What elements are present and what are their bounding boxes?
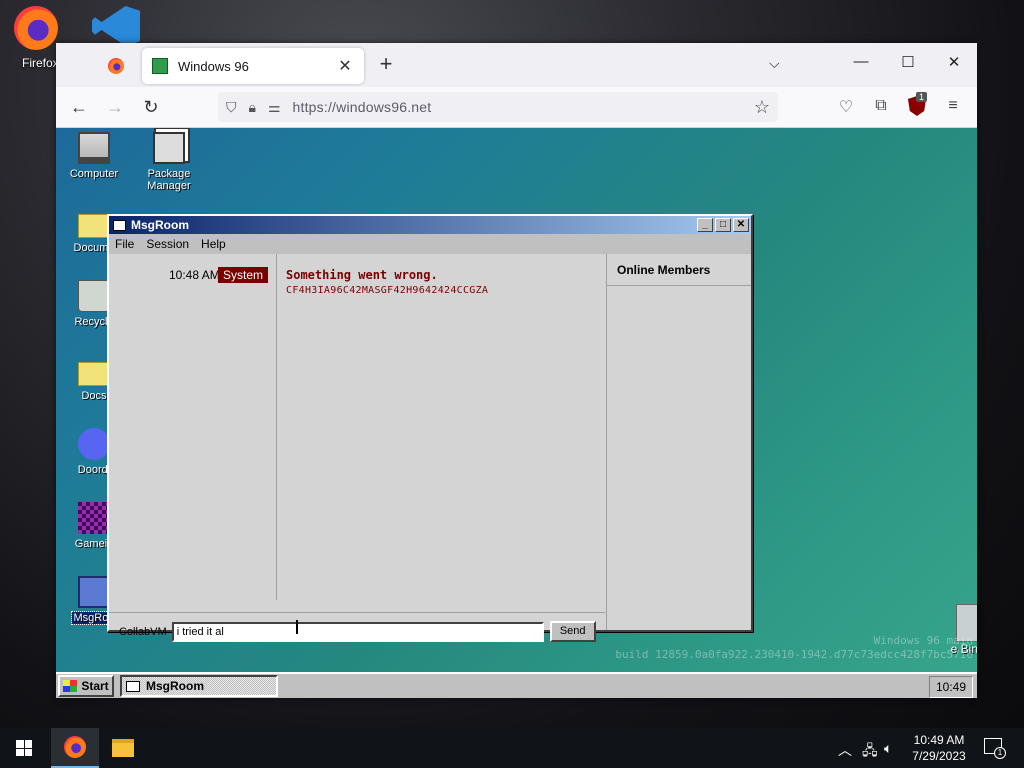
- url-bar[interactable]: ⛉ 🔒︎ ⚌ https://windows96.net ☆: [218, 92, 778, 122]
- win96-desktop: Computer Package Manager Docume Recycle …: [56, 128, 977, 698]
- menu-hamburger-icon[interactable]: ≡: [943, 97, 963, 115]
- firefox-icon: [14, 6, 58, 50]
- extensions-icon[interactable]: ⧉: [871, 97, 891, 115]
- menu-bar: File Session Help: [109, 234, 751, 254]
- message-time: 10:48 AM: [169, 268, 220, 282]
- taskbar-item-label: MsgRoom: [146, 679, 204, 693]
- msgroom-body: 10:48 AM System Something went wrong. CF…: [109, 254, 751, 642]
- windows-start-button[interactable]: [0, 728, 48, 768]
- ublock-badge: 1: [916, 92, 928, 102]
- members-panel: Online Members: [606, 254, 751, 630]
- permissions-icon[interactable]: ⚌: [268, 99, 281, 116]
- chat-pane: 10:48 AM System Something went wrong. CF…: [109, 254, 605, 642]
- list-tabs-chevron-icon[interactable]: ⌵: [769, 55, 780, 72]
- w96-icon-package-manager[interactable]: Package Manager: [131, 132, 207, 192]
- chat-icon: [126, 680, 140, 692]
- windows-taskbar: ︿ 🖧︎ 🔈︎ 10:49 AM 7/29/2023 1: [0, 728, 1024, 768]
- message-input[interactable]: [171, 621, 544, 642]
- vscode-icon: [92, 6, 140, 46]
- menu-file[interactable]: File: [115, 237, 134, 251]
- taskbar-firefox[interactable]: [51, 728, 99, 768]
- folder-icon: [78, 214, 110, 238]
- reload-icon[interactable]: ↻: [140, 96, 162, 118]
- new-tab-button[interactable]: +: [374, 53, 398, 77]
- w96-taskbar-item-msgroom[interactable]: MsgRoom: [120, 675, 278, 697]
- msgroom-titlebar[interactable]: MsgRoom _ □ ✕: [109, 216, 751, 234]
- w96-icon-computer[interactable]: Computer: [56, 132, 132, 180]
- lock-icon[interactable]: 🔒︎: [249, 99, 256, 116]
- msgroom-icon: [78, 576, 110, 608]
- watermark-line: Windows 96 main: [873, 634, 973, 647]
- shield-icon[interactable]: ⛉: [226, 99, 237, 116]
- w96-logo-icon: [63, 680, 78, 692]
- forward-arrow-icon[interactable]: →: [104, 96, 126, 118]
- maximize-icon[interactable]: ☐: [898, 53, 918, 71]
- tab-windows96[interactable]: Windows 96 ✕: [142, 48, 364, 84]
- system-clock[interactable]: 10:49 AM 7/29/2023: [900, 732, 978, 764]
- windows96-favicon-icon: [152, 58, 168, 74]
- send-button[interactable]: Send: [549, 621, 596, 642]
- menu-session[interactable]: Session: [146, 237, 189, 251]
- package-icon: [153, 132, 185, 164]
- notification-badge: 1: [994, 747, 1006, 759]
- error-title: Something went wrong.: [286, 268, 438, 282]
- url-text[interactable]: https://windows96.net: [293, 99, 754, 115]
- watermark-line: build 12859.0a0fa922.230410-1942.d77c73e…: [615, 648, 973, 661]
- discord-icon: [78, 428, 110, 460]
- window-title: MsgRoom: [131, 218, 189, 232]
- msgroom-window: MsgRoom _ □ ✕ File Session Help 10:48 AM…: [107, 214, 753, 642]
- clock-time: 10:49 AM: [913, 733, 965, 747]
- network-icon[interactable]: 🖧︎: [862, 740, 878, 764]
- clock-date: 7/29/2023: [912, 749, 966, 763]
- build-watermark: Windows 96 main build 12859.0a0fa922.230…: [615, 634, 973, 662]
- tray-chevron-icon[interactable]: ︿: [838, 740, 852, 760]
- tab-close-icon[interactable]: ✕: [336, 56, 354, 76]
- sender-badge[interactable]: System: [218, 267, 269, 283]
- w96-clock[interactable]: 10:49: [929, 676, 973, 698]
- menu-help[interactable]: Help: [201, 237, 226, 251]
- w96-taskbar: Start MsgRoom 10:49: [56, 672, 977, 698]
- pocket-icon[interactable]: ♡: [836, 97, 856, 117]
- folder-icon: [78, 362, 110, 386]
- minimize-icon[interactable]: —: [851, 53, 871, 70]
- computer-icon: [78, 132, 110, 164]
- folder-icon: [112, 739, 134, 757]
- w96-icon-label: Computer: [69, 168, 119, 180]
- close-icon[interactable]: ✕: [733, 218, 749, 232]
- tab-strip: Windows 96 ✕ + ⌵ — ☐ ✕: [56, 43, 977, 87]
- tab-firefox-view[interactable]: [96, 53, 136, 79]
- minimize-icon[interactable]: _: [697, 218, 713, 232]
- maximize-icon[interactable]: □: [715, 218, 731, 232]
- ibeam-cursor-icon: [296, 620, 298, 634]
- members-header: Online Members: [607, 254, 751, 286]
- firefox-view-icon: [108, 58, 124, 74]
- chat-icon: [113, 219, 126, 231]
- game-icon: [78, 502, 110, 534]
- desktop-icon-vscode[interactable]: [92, 6, 142, 46]
- windows-logo-icon: [16, 740, 32, 756]
- volume-icon[interactable]: 🔈︎: [884, 740, 892, 757]
- input-bar: CollabVM Send: [109, 612, 605, 650]
- firefox-icon: [64, 736, 86, 758]
- close-window-icon[interactable]: ✕: [944, 53, 964, 71]
- tab-title: Windows 96: [178, 58, 249, 74]
- recycle-icon: [78, 280, 110, 312]
- taskbar-file-explorer[interactable]: [99, 728, 147, 768]
- back-arrow-icon[interactable]: ←: [68, 96, 90, 118]
- w96-icon-label: Package Manager: [147, 168, 191, 192]
- start-label: Start: [81, 679, 109, 693]
- nickname-label[interactable]: CollabVM: [119, 626, 167, 638]
- browser-window: Windows 96 ✕ + ⌵ — ☐ ✕ ← → ↻ ⛉ 🔒︎ ⚌ http…: [56, 43, 977, 698]
- nav-toolbar: ← → ↻ ⛉ 🔒︎ ⚌ https://windows96.net ☆ ♡ ⧉…: [56, 87, 977, 128]
- timestamp-column: [109, 254, 277, 600]
- w96-start-button[interactable]: Start: [58, 675, 114, 697]
- bookmark-star-icon[interactable]: ☆: [754, 97, 770, 118]
- error-code: CF4H3IA96C42MASGF42H9642424CCGZA: [286, 285, 489, 296]
